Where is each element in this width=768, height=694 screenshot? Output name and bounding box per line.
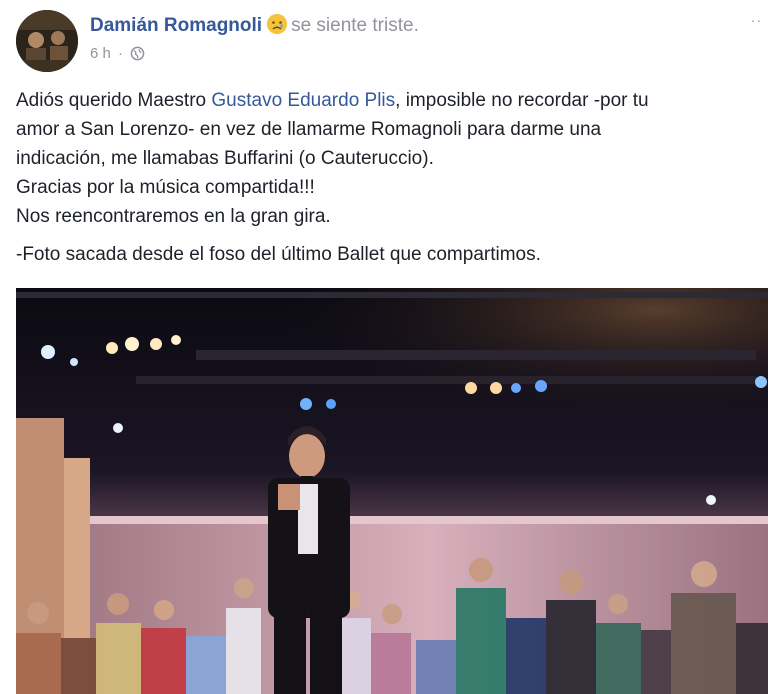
post-line-4: Gracias por la música compartida!!! <box>16 177 315 198</box>
post-line-1: Adiós querido Maestro Gustavo Eduardo Pl… <box>16 86 756 115</box>
post-line-2: amor a San Lorenzo- en vez de llamarme R… <box>16 119 602 140</box>
post-photo[interactable] <box>16 288 768 694</box>
more-options-icon[interactable]: ·· <box>751 12 762 28</box>
post-caption: -Foto sacada desde el foso del último Ba… <box>16 244 541 265</box>
stage-curtain-call-photo <box>16 288 768 694</box>
author-avatar[interactable] <box>16 10 78 72</box>
feeling-text: se siente triste. <box>291 15 419 36</box>
sad-face-icon <box>267 14 288 34</box>
post-line-3: indicación, me llamabas Buffarini (o Cau… <box>16 148 434 169</box>
post-line-1-start: Adiós querido Maestro <box>16 90 212 111</box>
post-body: Adiós querido Maestro Gustavo Eduardo Pl… <box>16 86 756 269</box>
globe-icon[interactable] <box>130 46 145 65</box>
timestamp[interactable]: 6 h <box>90 45 111 62</box>
mention-link[interactable]: Gustavo Eduardo Plis <box>211 90 395 111</box>
post-header: Damián Romagnoli se siente triste. 6 h · … <box>0 0 768 80</box>
post-line-1-end: , imposible no recordar -por tu <box>395 90 649 111</box>
meta-separator: · <box>118 45 124 62</box>
post-meta: 6 h · <box>90 45 145 65</box>
author-name[interactable]: Damián Romagnoli <box>90 15 262 36</box>
author-line: Damián Romagnoli se siente triste. <box>90 14 419 38</box>
post-line-5: Nos reencontraremos en la gran gira. <box>16 206 331 227</box>
